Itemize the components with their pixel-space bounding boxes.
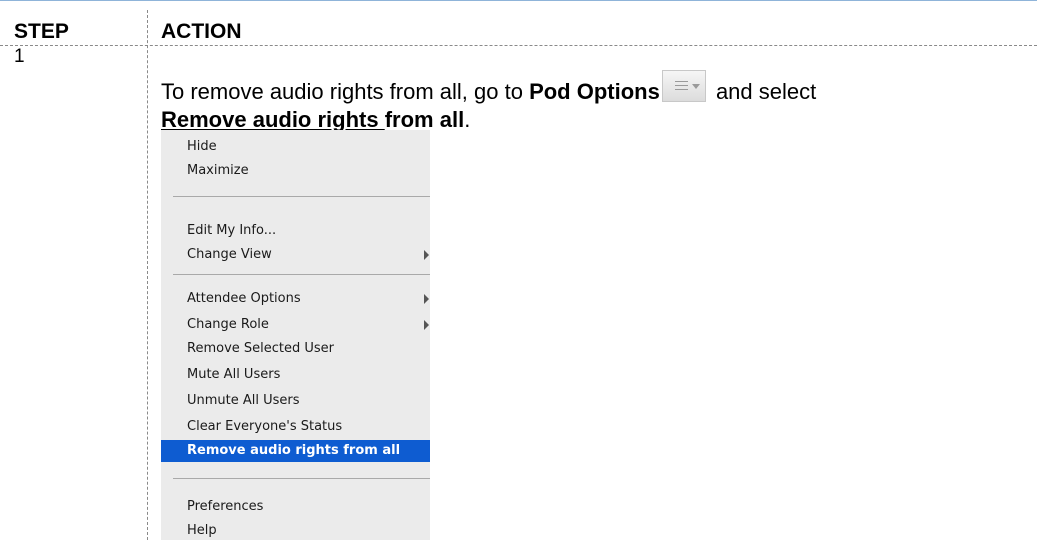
menu-item-attendee-options[interactable]: Attendee Options	[161, 288, 430, 310]
instruction-part2: and select	[709, 79, 817, 104]
menu-item-label: Edit My Info...	[187, 223, 277, 238]
menu-item-edit-my-info[interactable]: Edit My Info...	[161, 220, 430, 242]
column-divider	[147, 10, 148, 540]
chevron-down-icon	[691, 84, 700, 89]
submenu-arrow-icon	[424, 294, 429, 304]
menu-item-preferences[interactable]: Preferences	[161, 496, 430, 518]
menu-item-maximize[interactable]: Maximize	[161, 160, 430, 182]
remove-audio-rights-link: Remove audio rights	[161, 107, 385, 132]
pod-options-button[interactable]	[661, 70, 706, 102]
row-divider	[0, 45, 1037, 46]
step-number: 1	[14, 46, 25, 67]
menu-item-change-role[interactable]: Change Role	[161, 314, 430, 336]
instruction-line-1: To remove audio rights from all, go to P…	[161, 70, 1021, 106]
menu-item-label: Change Role	[187, 317, 269, 332]
menu-item-label: Preferences	[187, 499, 264, 514]
menu-separator	[173, 478, 430, 479]
menu-item-label: Change View	[187, 247, 272, 262]
header-action: ACTION	[161, 20, 242, 43]
menu-item-unmute-all-users[interactable]: Unmute All Users	[161, 390, 430, 412]
submenu-arrow-icon	[424, 320, 429, 330]
menu-item-label: Remove audio rights from all	[187, 443, 401, 458]
remove-audio-rights-tail: from all	[384, 107, 465, 132]
instruction-part1: To remove audio rights from all, go to	[161, 79, 530, 104]
menu-item-remove-selected-user[interactable]: Remove Selected User	[161, 338, 430, 360]
menu-item-clear-everyones-status[interactable]: Clear Everyone's Status	[161, 416, 430, 438]
menu-item-change-view[interactable]: Change View	[161, 244, 430, 266]
instruction-period: .	[464, 107, 471, 132]
menu-item-label: Mute All Users	[187, 367, 281, 382]
menu-item-label: Attendee Options	[187, 291, 301, 306]
menu-item-label: Unmute All Users	[187, 393, 300, 408]
submenu-arrow-icon	[424, 250, 429, 260]
top-rule	[0, 0, 1037, 1]
header-step: STEP	[14, 20, 69, 43]
menu-item-help[interactable]: Help	[161, 520, 430, 542]
pod-options-menu: Hide Maximize Edit My Info... Change Vie…	[161, 130, 430, 540]
menu-item-label: Clear Everyone's Status	[187, 419, 343, 434]
menu-item-label: Remove Selected User	[187, 341, 335, 356]
menu-item-remove-audio-rights[interactable]: Remove audio rights from all	[161, 440, 430, 462]
instruction-text: To remove audio rights from all, go to P…	[161, 70, 1021, 134]
menu-item-hide[interactable]: Hide	[161, 136, 430, 158]
menu-item-label: Help	[187, 523, 217, 538]
pod-options-menu-icon	[674, 81, 688, 93]
menu-item-label: Hide	[187, 139, 217, 154]
menu-item-label: Maximize	[187, 163, 249, 178]
menu-separator	[173, 196, 430, 197]
menu-item-mute-all-users[interactable]: Mute All Users	[161, 364, 430, 386]
pod-options-label: Pod Options	[529, 79, 660, 104]
menu-separator	[173, 274, 430, 275]
